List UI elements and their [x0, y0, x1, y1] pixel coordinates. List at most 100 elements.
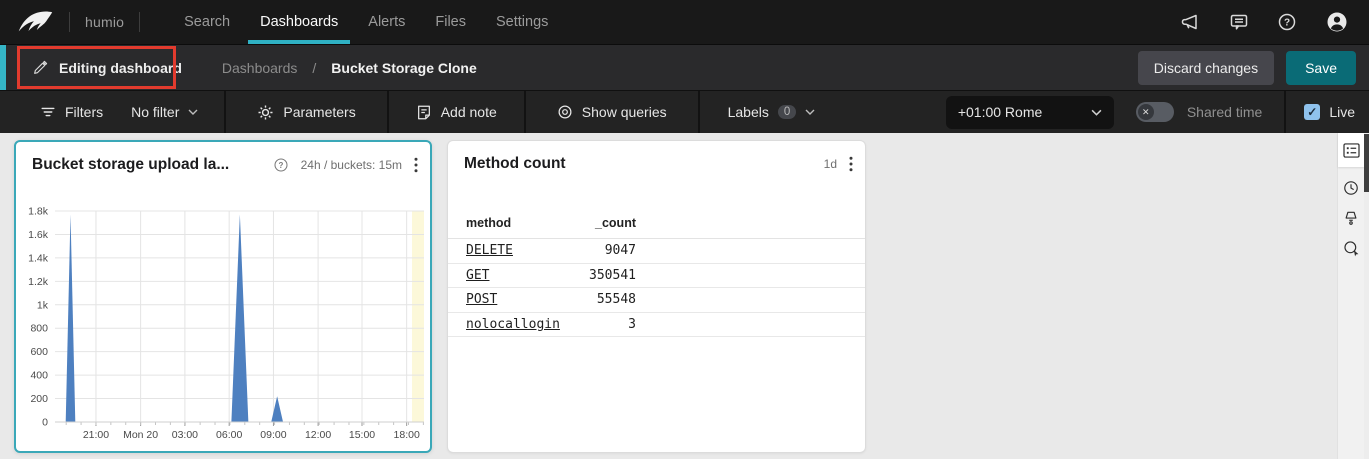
chevron-down-icon: [805, 109, 815, 115]
top-nav-bar: humio SearchDashboardsAlertsFilesSetting…: [0, 0, 1369, 44]
add-note-button[interactable]: Add note: [389, 91, 524, 133]
labels-label: Labels: [728, 104, 769, 120]
nav-item-files[interactable]: Files: [420, 0, 481, 44]
live-checkbox[interactable]: ✓: [1304, 104, 1320, 120]
timezone-value: +01:00 Rome: [958, 104, 1083, 120]
svg-text:200: 200: [30, 393, 48, 405]
table-header-row: method _count: [448, 207, 865, 239]
add-note-label: Add note: [441, 104, 497, 120]
timezone-select[interactable]: +01:00 Rome: [946, 96, 1114, 129]
parameters-label: Parameters: [283, 104, 355, 120]
styling-button[interactable]: [1338, 210, 1364, 227]
show-queries-label: Show queries: [582, 104, 667, 120]
svg-text:1.2k: 1.2k: [28, 276, 49, 288]
vertical-scrollbar[interactable]: [1364, 133, 1369, 459]
account-icon[interactable]: [1325, 10, 1349, 34]
svg-text:12:00: 12:00: [305, 429, 331, 441]
gear-icon: [257, 104, 274, 121]
search-pointer-icon: [1343, 240, 1360, 257]
help-icon[interactable]: ?: [1277, 12, 1297, 32]
svg-text:15:00: 15:00: [349, 429, 375, 441]
toggle-knob-x-icon: ✕: [1138, 104, 1154, 120]
live-label: Live: [1329, 104, 1355, 120]
announcements-icon[interactable]: [1180, 12, 1201, 32]
time-settings-button[interactable]: [1338, 180, 1364, 196]
widget-list-icon: [1343, 143, 1360, 158]
chevron-down-icon: [1091, 109, 1102, 116]
count-cell: 350541: [576, 268, 636, 283]
svg-text:400: 400: [30, 370, 48, 382]
breadcrumb-separator: /: [312, 60, 316, 76]
feedback-icon[interactable]: [1229, 12, 1249, 32]
shared-time-control: ✕ Shared time: [1114, 91, 1284, 133]
show-queries-button[interactable]: Show queries: [526, 91, 698, 133]
widgets-panel-button[interactable]: [1338, 133, 1364, 167]
svg-text:800: 800: [30, 323, 48, 335]
latency-area-chart: 02004006008001k1.2k1.4k1.6k1.8k21:00Mon …: [16, 197, 430, 451]
divider: [69, 12, 70, 32]
filters-label: Filters: [65, 104, 103, 120]
filter-select[interactable]: No filter: [103, 91, 224, 133]
parameters-button[interactable]: Parameters: [226, 91, 386, 133]
nav-item-settings[interactable]: Settings: [481, 0, 563, 44]
chevron-down-icon: [188, 109, 198, 115]
nav-item-dashboards[interactable]: Dashboards: [245, 0, 353, 44]
method-cell-link[interactable]: GET: [466, 268, 576, 283]
divider: [139, 12, 140, 32]
column-header-method: method: [466, 216, 576, 230]
breadcrumb-current: Bucket Storage Clone: [331, 60, 476, 76]
widget-time-info: 1d: [824, 157, 837, 171]
editing-accent-stripe: [0, 45, 6, 90]
labels-count-badge: 0: [778, 105, 796, 119]
table-row: DELETE9047: [448, 239, 865, 264]
method-cell-link[interactable]: DELETE: [466, 243, 576, 258]
widget-help-icon[interactable]: ?: [273, 157, 289, 173]
widget-title: Bucket storage upload la...: [32, 156, 229, 174]
interactions-button[interactable]: [1338, 240, 1364, 257]
clock-icon: [1343, 180, 1359, 196]
breadcrumb: Dashboards / Bucket Storage Clone: [222, 60, 477, 76]
lamp-icon: [1343, 210, 1359, 227]
svg-text:1.4k: 1.4k: [28, 252, 49, 264]
save-button[interactable]: Save: [1286, 51, 1356, 85]
svg-text:?: ?: [1284, 18, 1290, 29]
scrollbar-thumb[interactable]: [1364, 134, 1369, 192]
widget-menu-kebab-icon[interactable]: [414, 157, 418, 173]
widget-method-count[interactable]: Method count 1d method _count DELETE9047…: [447, 140, 866, 453]
discard-changes-button[interactable]: Discard changes: [1138, 51, 1274, 85]
table-body: DELETE9047GET350541POST55548nolocallogin…: [448, 239, 865, 337]
pencil-icon: [33, 60, 48, 75]
shared-time-label: Shared time: [1187, 104, 1262, 120]
widget-title: Method count: [464, 155, 566, 173]
svg-text:03:00: 03:00: [172, 429, 198, 441]
svg-text:1.8k: 1.8k: [28, 206, 49, 218]
shared-time-toggle[interactable]: ✕: [1136, 102, 1174, 122]
count-cell: 9047: [576, 243, 636, 258]
svg-text:06:00: 06:00: [216, 429, 242, 441]
method-cell-link[interactable]: nolocallogin: [466, 317, 576, 332]
svg-text:Mon 20: Mon 20: [123, 429, 158, 441]
nav-item-search[interactable]: Search: [169, 0, 245, 44]
table-row: POST55548: [448, 288, 865, 313]
right-tool-rail: [1337, 133, 1364, 459]
editing-dashboard-indicator: Editing dashboard: [33, 60, 182, 76]
widget-bucket-storage-chart[interactable]: Bucket storage upload la... ? 24h / buck…: [14, 140, 432, 453]
svg-text:0: 0: [42, 417, 48, 429]
filter-value: No filter: [131, 104, 179, 120]
widget-time-info: 24h / buckets: 15m: [301, 158, 402, 172]
dashboard-canvas: Bucket storage upload la... ? 24h / buck…: [0, 133, 1369, 459]
widget-menu-kebab-icon[interactable]: [849, 156, 853, 172]
filters-group[interactable]: Filters: [0, 91, 103, 133]
svg-text:21:00: 21:00: [83, 429, 109, 441]
labels-dropdown[interactable]: Labels 0: [700, 91, 816, 133]
method-count-table: method _count DELETE9047GET350541POST555…: [448, 207, 865, 337]
nav-item-alerts[interactable]: Alerts: [353, 0, 420, 44]
svg-text:1.6k: 1.6k: [28, 229, 49, 241]
filter-icon: [40, 104, 56, 120]
svg-text:1k: 1k: [37, 299, 49, 311]
count-cell: 3: [576, 317, 636, 332]
method-cell-link[interactable]: POST: [466, 292, 576, 307]
crowdstrike-falcon-logo[interactable]: [16, 9, 54, 35]
breadcrumb-dashboards[interactable]: Dashboards: [222, 60, 298, 76]
count-cell: 55548: [576, 292, 636, 307]
